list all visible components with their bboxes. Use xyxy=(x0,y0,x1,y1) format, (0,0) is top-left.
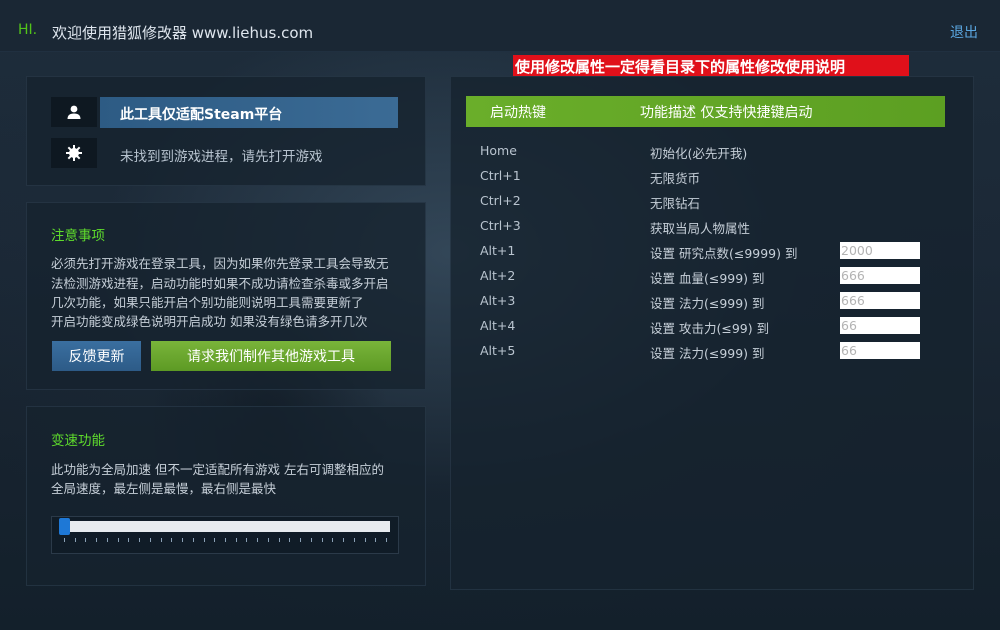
mana-input[interactable] xyxy=(840,292,920,309)
window-title: 欢迎使用猎狐修改器 www.liehus.com xyxy=(52,24,314,42)
speed-slider-ticks xyxy=(64,538,390,544)
slider-tick xyxy=(236,538,237,542)
hotkey-row-key: Home xyxy=(480,143,517,158)
attack-input[interactable] xyxy=(840,317,920,334)
request-tool-button[interactable]: 请求我们制作其他游戏工具 xyxy=(151,341,391,371)
slider-tick xyxy=(96,538,97,542)
notice-line: 法检测游戏进程，启动功能时如果不成功请检查杀毒或多开启 xyxy=(51,276,389,291)
hotkey-row-key: Alt+3 xyxy=(480,293,516,308)
health-input[interactable] xyxy=(840,267,920,284)
notice-line: 开启功能变成绿色说明开启成功 如果没有绿色请多开几次 xyxy=(51,314,368,329)
hotkey-row-key: Ctrl+2 xyxy=(480,193,521,208)
hotkey-row-desc: 获取当局人物属性 xyxy=(650,221,751,236)
slider-tick xyxy=(107,538,108,542)
notice-title: 注意事项 xyxy=(51,228,105,244)
slider-tick xyxy=(64,538,65,542)
status-icon-box xyxy=(51,138,97,168)
hotkey-row-key: Ctrl+1 xyxy=(480,168,521,183)
slider-tick xyxy=(365,538,366,542)
hotkey-row-desc: 无限钻石 xyxy=(650,196,701,211)
hotkey-row-key: Alt+2 xyxy=(480,268,516,283)
slider-tick xyxy=(182,538,183,542)
slider-tick xyxy=(386,538,387,542)
hotkey-row-desc: 设置 血量(≤999) 到 xyxy=(650,271,765,286)
slider-tick xyxy=(279,538,280,542)
header-hotkey: 启动热键 xyxy=(490,105,546,121)
slider-tick xyxy=(75,538,76,542)
mana-input-2[interactable] xyxy=(840,342,920,359)
hotkey-table-header: 启动热键 功能描述 仅支持快捷键启动 xyxy=(466,96,945,127)
hotkey-row-key: Alt+4 xyxy=(480,318,516,333)
speed-slider-track[interactable] xyxy=(64,521,390,532)
user-icon-box xyxy=(51,97,97,127)
platform-panel xyxy=(26,76,426,186)
slider-tick xyxy=(118,538,119,542)
slider-tick xyxy=(289,538,290,542)
process-status: 未找到到游戏进程，请先打开游戏 xyxy=(120,149,323,165)
hotkey-row-desc: 设置 法力(≤999) 到 xyxy=(650,346,765,361)
slider-tick xyxy=(246,538,247,542)
feedback-update-button[interactable]: 反馈更新 xyxy=(52,341,141,371)
slider-tick xyxy=(128,538,129,542)
hotkey-row-desc: 设置 攻击力(≤99) 到 xyxy=(650,321,770,336)
warning-banner: 使用修改属性一定得看目录下的属性修改使用说明 xyxy=(513,55,909,76)
research-points-input[interactable] xyxy=(840,242,920,259)
hotkey-row-desc: 设置 法力(≤999) 到 xyxy=(650,296,765,311)
exit-button[interactable]: 退出 xyxy=(950,22,978,42)
speed-slider-thumb[interactable] xyxy=(59,518,70,535)
user-icon xyxy=(67,105,81,119)
notice-line: 几次功能，如果只能开启个别功能则说明工具需要更新了 xyxy=(51,295,364,310)
slider-tick xyxy=(343,538,344,542)
hi-label: HI. xyxy=(18,22,38,38)
slider-tick xyxy=(214,538,215,542)
slider-tick xyxy=(332,538,333,542)
gear-icon xyxy=(66,145,82,161)
hotkey-row-desc: 无限货币 xyxy=(650,171,701,186)
title-bar: HI. 欢迎使用猎狐修改器 www.liehus.com 退出 xyxy=(0,0,1000,52)
hotkey-row-key: Ctrl+3 xyxy=(480,218,521,233)
slider-tick xyxy=(150,538,151,542)
slider-tick xyxy=(85,538,86,542)
slider-tick xyxy=(193,538,194,542)
slider-tick xyxy=(300,538,301,542)
slider-tick xyxy=(161,538,162,542)
speed-title: 变速功能 xyxy=(51,433,105,449)
slider-tick xyxy=(311,538,312,542)
notice-line: 必须先打开游戏在登录工具，因为如果你先登录工具会导致无 xyxy=(51,256,389,271)
slider-tick xyxy=(225,538,226,542)
speed-description-line: 全局速度，最左侧是最慢，最右侧是最快 xyxy=(51,481,277,496)
hotkey-row-key: Alt+5 xyxy=(480,343,516,358)
platform-notice: 此工具仅适配Steam平台 xyxy=(100,97,398,128)
slider-tick xyxy=(171,538,172,542)
slider-tick xyxy=(322,538,323,542)
slider-tick xyxy=(257,538,258,542)
slider-tick xyxy=(268,538,269,542)
slider-tick xyxy=(139,538,140,542)
hotkey-row-desc: 初始化(必先开我) xyxy=(650,146,748,161)
speed-description-line: 此功能为全局加速 但不一定适配所有游戏 左右可调整相应的 xyxy=(51,462,384,477)
slider-tick xyxy=(354,538,355,542)
hotkey-row-key: Alt+1 xyxy=(480,243,516,258)
hotkey-row-desc: 设置 研究点数(≤9999) 到 xyxy=(650,246,798,261)
slider-tick xyxy=(375,538,376,542)
slider-tick xyxy=(204,538,205,542)
header-description: 功能描述 仅支持快捷键启动 xyxy=(640,105,813,121)
